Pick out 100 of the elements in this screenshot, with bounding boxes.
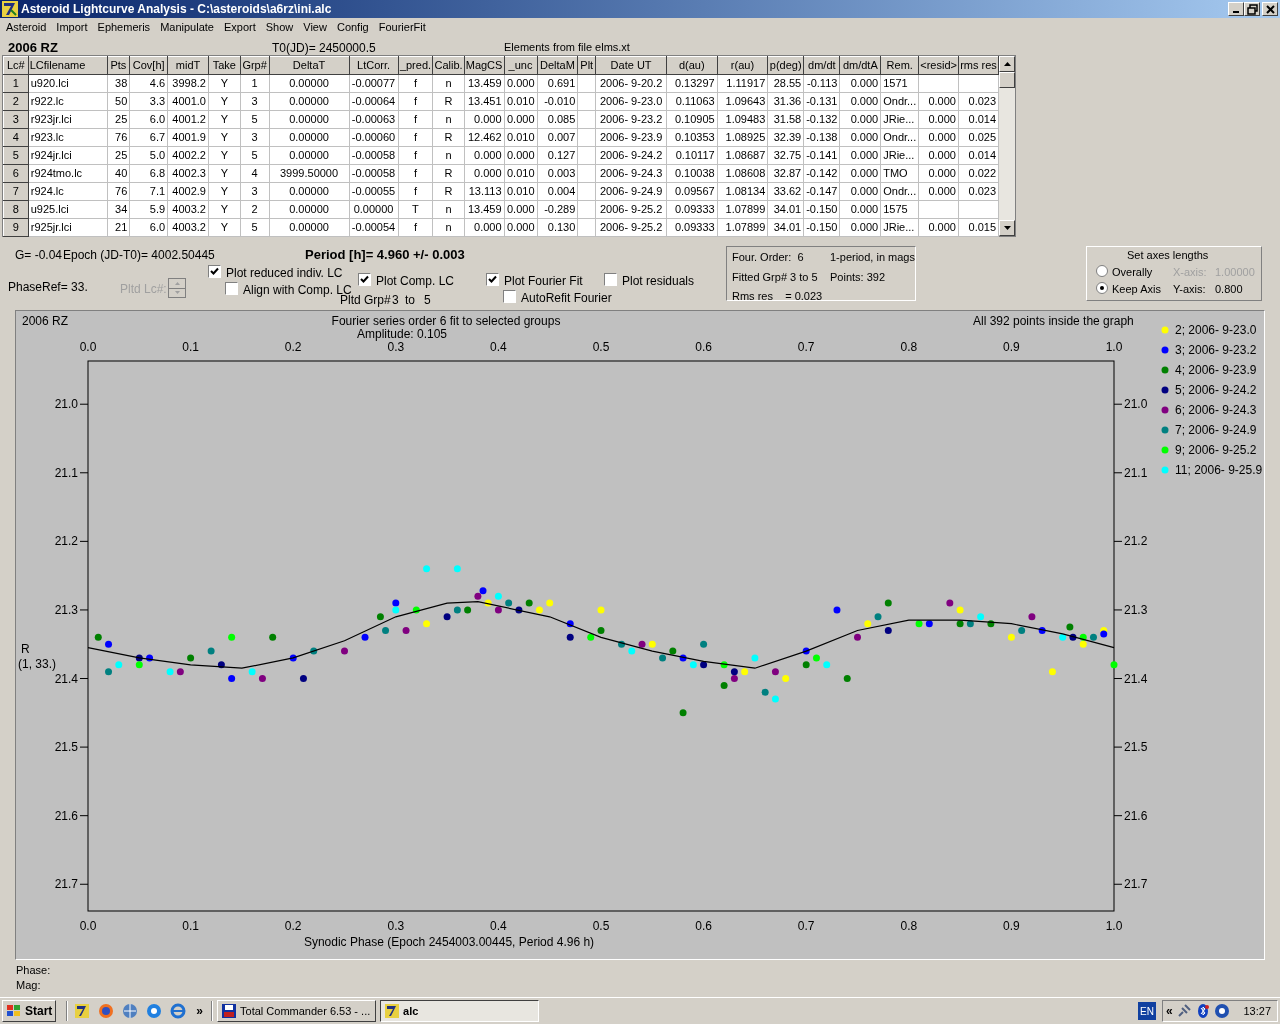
globe-icon[interactable] [98,1003,115,1019]
table-cell: Y [208,92,241,111]
tray-expand-button[interactable]: « [1166,1002,1173,1020]
column-header[interactable]: <resid> [918,56,959,75]
down-arrow-icon[interactable] [1003,226,1011,230]
column-header[interactable]: _unc [504,56,537,75]
circle-icon[interactable] [146,1003,163,1019]
window-title: Asteroid Lightcurve Analysis - C:\asteroids\a6rz\ini.alc [21,1,333,18]
column-header[interactable]: dm/dt [803,56,840,75]
table-cell: 0.000 [839,74,881,93]
y-tick-label: 21.5 [54,740,78,755]
checkbox[interactable] [486,273,499,286]
table-cell: 0.000 [918,218,959,237]
group-title: Set axes lengths [1127,248,1209,263]
column-header[interactable]: Rem. [880,56,919,75]
close-button[interactable] [1262,2,1278,16]
circle-icon[interactable] [1213,1003,1230,1019]
menu-item[interactable]: Show [260,19,299,36]
checkbox[interactable] [503,290,516,303]
menu-item[interactable]: Manipulate [155,19,219,36]
table-cell: 0.014 [958,146,999,165]
axis-length-value[interactable]: 0.800 [1215,281,1243,298]
checkbox[interactable] [358,273,371,286]
table-cell: 1.11917 [717,74,768,93]
table-cell: 5 [240,218,270,237]
column-header[interactable]: Cov[h] [129,56,168,75]
y-tick-label: 21.7 [54,877,78,892]
column-header[interactable]: p(deg) [767,56,804,75]
menu-item[interactable]: Export [218,19,261,36]
table-cell: f [398,164,433,183]
table-cell: Y [208,74,241,93]
column-header[interactable]: DeltaT [269,56,350,75]
table-cell: n [432,146,465,165]
table-cell: -0.00077 [349,74,398,93]
column-header[interactable]: Lc# [3,56,29,75]
table-cell: 4003.2 [167,200,209,219]
table-cell: 0.000 [504,110,537,129]
browser-icon[interactable] [170,1003,187,1019]
checkbox[interactable] [225,282,238,295]
column-header[interactable]: rms res [958,56,999,75]
table-cell: r922.lc [28,92,108,111]
language-indicator[interactable]: EN [1138,1002,1156,1020]
globe-icon[interactable] [122,1003,139,1019]
x-tick-label: 0.6 [695,340,712,354]
table-cell: 0.00000 [269,218,350,237]
checkbox[interactable] [208,265,221,278]
column-header[interactable]: r(au) [717,56,768,75]
table-cell: 2006- 9-20.2 [595,74,667,93]
up-arrow-icon[interactable] [1003,62,1011,66]
table-cell: 2006- 9-24.3 [595,164,667,183]
column-header[interactable]: Grp# [240,56,270,75]
column-header[interactable]: _pred. [398,56,433,75]
table-cell: r925jr.lci [28,218,108,237]
checkbox-label: Plot reduced indiv. LC [226,265,343,282]
column-header[interactable]: midT [167,56,209,75]
table-cell: -0.00063 [349,110,398,129]
radio-button[interactable] [1096,265,1108,277]
menu-item[interactable]: View [298,19,332,36]
minimize-button[interactable] [1228,2,1244,16]
restore-button[interactable] [1244,2,1260,16]
app-logo-icon[interactable] [74,1003,91,1019]
x-tick-label: 0.3 [387,919,405,933]
menu-item[interactable]: Ephemeris [92,19,156,36]
taskbar-button[interactable]: alc [380,1000,540,1022]
column-header[interactable]: LtCorr. [349,56,398,75]
column-header[interactable]: dm/dtA [839,56,881,75]
checkbox[interactable] [604,273,617,286]
readout-label: Phase: [16,963,52,978]
column-header[interactable]: Pts [107,56,130,75]
column-header[interactable]: Take [208,56,241,75]
legend-label: 4; 2006- 9-23.9 [1175,363,1257,377]
table-cell: 25 [107,146,130,165]
column-header[interactable]: LCfilename [28,56,108,75]
x-tick-label: 0.3 [387,340,405,354]
menu-item[interactable]: Import [51,19,93,36]
table-cell: 0.00000 [269,182,350,201]
column-header[interactable]: d(au) [666,56,718,75]
start-button[interactable]: Start [2,1000,57,1022]
table-cell: 0.022 [958,164,999,183]
menu-item[interactable]: Asteroid [1,19,52,36]
axis-length-label: Y-axis: [1173,282,1206,297]
table-cell: 4.6 [129,74,168,93]
column-header[interactable]: DeltaM [537,56,578,75]
scroll-thumb[interactable] [999,72,1015,88]
more-button[interactable]: » [192,1002,208,1020]
scrollbar[interactable] [999,56,1015,236]
table-cell: 0.003 [537,164,578,183]
column-header[interactable]: Date UT [595,56,667,75]
group-range-separator: to [405,292,415,309]
table-cell: r924.lc [28,182,108,201]
menu-item[interactable]: FourierFit [373,19,431,36]
column-header[interactable]: MagCS [464,56,505,75]
menu-item[interactable]: Config [331,19,374,36]
radio-button[interactable] [1096,282,1108,294]
table-cell: 3999.50000 [269,164,350,183]
taskbar-button[interactable]: Total Commander 6.53 - ... [217,1000,377,1022]
table-cell: JRie... [880,218,919,237]
group-from: 3 [392,292,399,309]
column-header[interactable]: Calib. [432,56,465,75]
y-tick-label: 21.0 [1124,397,1148,412]
